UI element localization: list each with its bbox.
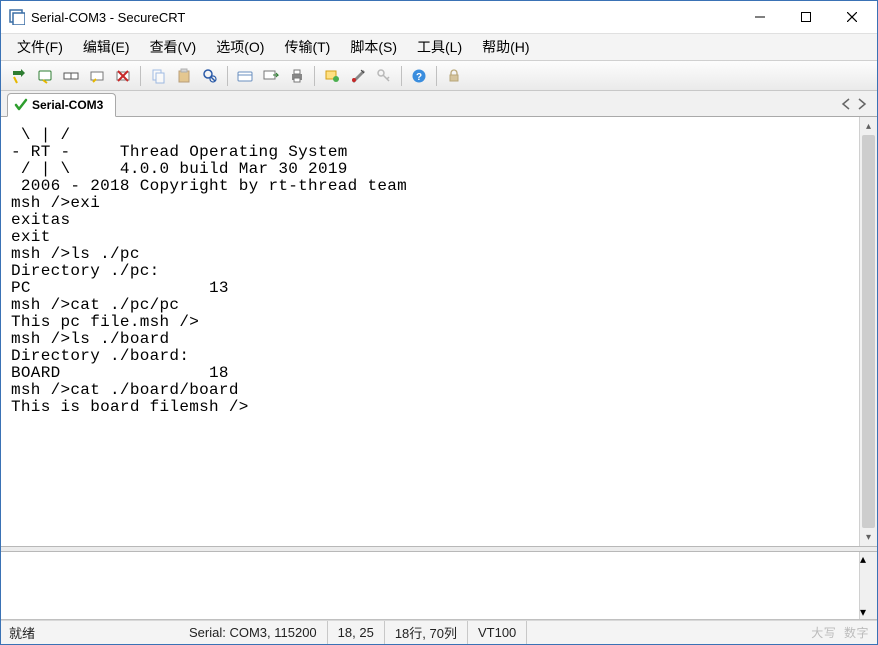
delete-icon[interactable] xyxy=(111,64,135,88)
scroll-down-icon[interactable]: ▾ xyxy=(860,528,877,546)
status-cursor-pos: 18, 25 xyxy=(328,621,385,644)
title-bar: Serial-COM3 - SecureCRT xyxy=(1,1,877,33)
status-ready: 就绪 xyxy=(9,621,179,644)
session-tab[interactable]: Serial-COM3 xyxy=(7,93,116,117)
window-title: Serial-COM3 - SecureCRT xyxy=(31,10,185,25)
scroll-down-icon[interactable]: ▾ xyxy=(860,605,877,619)
input-scrollbar[interactable]: ▴ ▾ xyxy=(859,552,877,619)
status-bar: 就绪 Serial: COM3, 115200 18, 25 18行, 70列 … xyxy=(1,620,877,644)
command-input[interactable] xyxy=(1,552,859,619)
status-rows-cols: 18行, 70列 xyxy=(385,621,468,644)
disconnect-icon[interactable] xyxy=(85,64,109,88)
status-num: 数字 xyxy=(844,626,869,640)
help-icon[interactable]: ? xyxy=(407,64,431,88)
status-caps: 大写 xyxy=(811,626,836,640)
connect-icon[interactable] xyxy=(33,64,57,88)
app-icon xyxy=(9,9,25,25)
toolbar-separator xyxy=(227,66,228,86)
scroll-up-icon[interactable]: ▴ xyxy=(860,117,877,135)
connected-check-icon xyxy=(14,98,28,112)
terminal-scrollbar[interactable]: ▴ ▾ xyxy=(859,117,877,546)
menu-bar: 文件(F) 编辑(E) 查看(V) 选项(O) 传输(T) 脚本(S) 工具(L… xyxy=(1,33,877,61)
menu-script[interactable]: 脚本(S) xyxy=(342,33,405,61)
session-options-icon[interactable] xyxy=(233,64,257,88)
toolbar: ? xyxy=(1,61,877,91)
close-button[interactable] xyxy=(829,2,875,32)
tab-nav xyxy=(841,98,871,116)
watermark: 大写 数字 xyxy=(811,624,869,641)
menu-file[interactable]: 文件(F) xyxy=(9,33,71,61)
command-input-area: ▴ ▾ xyxy=(1,552,877,620)
menu-options[interactable]: 选项(O) xyxy=(208,33,272,61)
toolbar-separator xyxy=(401,66,402,86)
scroll-up-icon[interactable]: ▴ xyxy=(860,552,877,566)
maximize-button[interactable] xyxy=(783,2,829,32)
menu-edit[interactable]: 编辑(E) xyxy=(75,33,138,61)
settings-icon[interactable] xyxy=(346,64,370,88)
copy-icon[interactable] xyxy=(146,64,170,88)
menu-transfer[interactable]: 传输(T) xyxy=(276,33,338,61)
toolbar-separator xyxy=(314,66,315,86)
send-icon[interactable] xyxy=(259,64,283,88)
app-window: Serial-COM3 - SecureCRT 文件(F) 编辑(E) 查看(V… xyxy=(0,0,878,645)
tab-bar: Serial-COM3 xyxy=(1,91,877,117)
print-icon[interactable] xyxy=(285,64,309,88)
status-connection: Serial: COM3, 115200 xyxy=(179,621,328,644)
toolbar-separator xyxy=(436,66,437,86)
terminal-area: \ | / - RT - Thread Operating System / |… xyxy=(1,117,877,546)
menu-tools[interactable]: 工具(L) xyxy=(409,33,470,61)
menu-help[interactable]: 帮助(H) xyxy=(474,33,537,61)
paste-icon[interactable] xyxy=(172,64,196,88)
svg-text:?: ? xyxy=(416,72,422,83)
lock-icon[interactable] xyxy=(442,64,466,88)
tab-next-icon[interactable] xyxy=(857,98,867,113)
scroll-thumb[interactable] xyxy=(862,135,875,528)
tab-prev-icon[interactable] xyxy=(841,98,851,113)
reconnect-icon[interactable] xyxy=(59,64,83,88)
minimize-button[interactable] xyxy=(737,2,783,32)
menu-view[interactable]: 查看(V) xyxy=(142,33,205,61)
quick-connect-icon[interactable] xyxy=(7,64,31,88)
scroll-track[interactable] xyxy=(860,135,877,528)
session-manager-icon[interactable] xyxy=(320,64,344,88)
status-emulation: VT100 xyxy=(468,621,527,644)
tab-label: Serial-COM3 xyxy=(32,98,103,112)
find-icon[interactable] xyxy=(198,64,222,88)
toolbar-separator xyxy=(140,66,141,86)
key-icon[interactable] xyxy=(372,64,396,88)
terminal-output[interactable]: \ | / - RT - Thread Operating System / |… xyxy=(1,117,859,546)
